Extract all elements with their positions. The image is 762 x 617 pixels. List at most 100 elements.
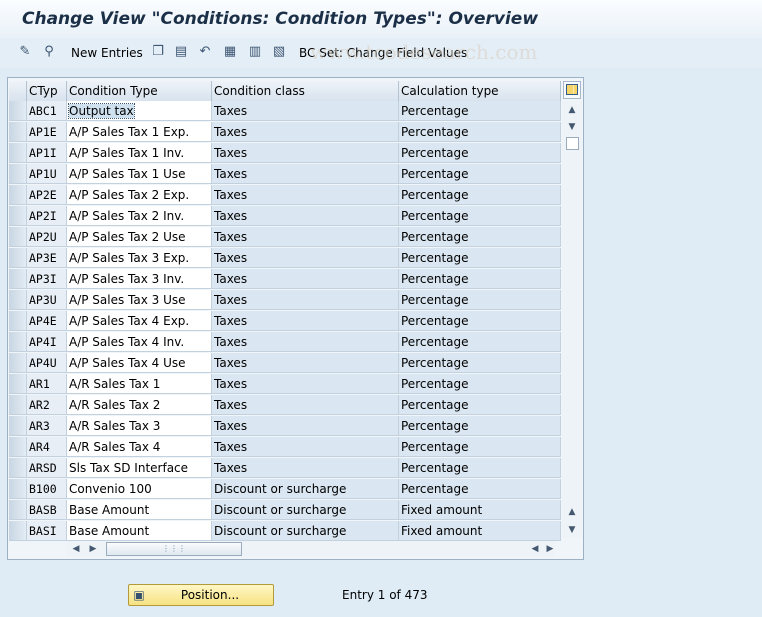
focused-cell-text[interactable]: Output tax [68, 103, 135, 119]
cell-condition-type[interactable]: Sls Tax SD Interface [67, 458, 212, 478]
row-selector[interactable] [9, 521, 27, 541]
scroll-end-right-icon[interactable]: ▶ [544, 542, 556, 556]
row-selector[interactable] [9, 353, 27, 373]
cell-condition-type[interactable]: A/P Sales Tax 3 Inv. [67, 269, 212, 289]
cell-condition-type[interactable]: Output tax [67, 101, 212, 121]
cell-condition-class: Taxes [212, 206, 399, 226]
scroll-up-icon[interactable]: ▲ [565, 103, 579, 117]
scroll-right-icon[interactable]: ▶ [87, 542, 99, 556]
display-change-icon[interactable]: ⚲ [41, 44, 57, 60]
column-header-calculation-type[interactable]: Calculation type [399, 81, 561, 101]
row-selector[interactable] [9, 395, 27, 415]
table-row[interactable]: AP2U A/P Sales Tax 2 Use Taxes Percentage [9, 227, 561, 248]
cell-calculation-type: Percentage [399, 437, 561, 457]
cell-condition-type[interactable]: A/R Sales Tax 2 [67, 395, 212, 415]
scroll-down-icon[interactable]: ▼ [565, 120, 579, 134]
table-row[interactable]: AP3I A/P Sales Tax 3 Inv. Taxes Percentage [9, 269, 561, 290]
row-selector[interactable] [9, 164, 27, 184]
cell-condition-type[interactable]: A/P Sales Tax 1 Use [67, 164, 212, 184]
table-row[interactable]: AP3U A/P Sales Tax 3 Use Taxes Percentage [9, 290, 561, 311]
scroll-end-left-icon[interactable]: ◀ [529, 542, 541, 556]
row-selector[interactable] [9, 269, 27, 289]
scroll-left-icon[interactable]: ◀ [70, 542, 82, 556]
table-row[interactable]: AP2I A/P Sales Tax 2 Inv. Taxes Percentage [9, 206, 561, 227]
table-row[interactable]: B100 Convenio 100 Discount or surcharge Per… [9, 479, 561, 500]
delete-icon[interactable]: ▤ [173, 44, 189, 60]
table-row[interactable]: AP4U A/P Sales Tax 4 Use Taxes Percentage [9, 353, 561, 374]
row-selector[interactable] [9, 374, 27, 394]
cell-condition-type[interactable]: A/P Sales Tax 4 Inv. [67, 332, 212, 352]
column-header-ctyp[interactable]: CTyp [27, 81, 67, 101]
new-entries-button[interactable]: New Entries [71, 46, 143, 60]
table-row[interactable]: AP4I A/P Sales Tax 4 Inv. Taxes Percentage [9, 332, 561, 353]
row-selector[interactable] [9, 248, 27, 268]
cell-condition-type[interactable]: A/P Sales Tax 3 Use [67, 290, 212, 310]
row-selector[interactable] [9, 101, 27, 121]
cell-condition-class: Discount or surcharge [212, 521, 399, 541]
select-all-icon[interactable]: ▦ [222, 44, 238, 60]
table-row[interactable]: AR1 A/R Sales Tax 1 Taxes Percentage [9, 374, 561, 395]
deselect-all-icon[interactable]: ▧ [271, 44, 287, 60]
page-down-icon[interactable]: ▼ [565, 523, 579, 537]
row-selector[interactable] [9, 437, 27, 457]
row-selector[interactable] [9, 500, 27, 520]
cell-ctyp: BASB [27, 500, 67, 520]
table-row[interactable]: AP3E A/P Sales Tax 3 Exp. Taxes Percentage [9, 248, 561, 269]
cell-condition-type[interactable]: A/R Sales Tax 3 [67, 416, 212, 436]
vertical-scrollbar[interactable] [562, 101, 582, 538]
cell-condition-type[interactable]: A/P Sales Tax 2 Exp. [67, 185, 212, 205]
cell-condition-class: Taxes [212, 143, 399, 163]
cell-condition-type[interactable]: Base Amount [67, 500, 212, 520]
cell-condition-class: Taxes [212, 437, 399, 457]
cell-condition-type[interactable]: A/P Sales Tax 2 Inv. [67, 206, 212, 226]
cell-condition-type[interactable]: A/P Sales Tax 1 Exp. [67, 122, 212, 142]
column-header-condition-class[interactable]: Condition class [212, 81, 399, 101]
cell-ctyp: AP3I [27, 269, 67, 289]
cell-condition-type[interactable]: Convenio 100 [67, 479, 212, 499]
cell-ctyp: AP2U [27, 227, 67, 247]
cell-ctyp: AP4E [27, 311, 67, 331]
table-row[interactable]: AP1U A/P Sales Tax 1 Use Taxes Percentage [9, 164, 561, 185]
table-row[interactable]: AP1I A/P Sales Tax 1 Inv. Taxes Percentage [9, 143, 561, 164]
row-selector[interactable] [9, 143, 27, 163]
row-selector[interactable] [9, 458, 27, 478]
table-row[interactable]: BASB Base Amount Discount or surcharge Fixe… [9, 500, 561, 521]
cell-condition-type[interactable]: A/R Sales Tax 1 [67, 374, 212, 394]
table-row[interactable]: AR4 A/R Sales Tax 4 Taxes Percentage [9, 437, 561, 458]
select-all-rows-header[interactable] [9, 81, 27, 101]
row-selector[interactable] [9, 479, 27, 499]
cell-condition-type[interactable]: Base Amount [67, 521, 212, 541]
table-row[interactable]: AP4E A/P Sales Tax 4 Exp. Taxes Percentage [9, 311, 561, 332]
row-selector[interactable] [9, 206, 27, 226]
cell-condition-type[interactable]: A/P Sales Tax 4 Use [67, 353, 212, 373]
table-row[interactable]: BASI Base Amount Discount or surcharge Fixe… [9, 521, 561, 542]
row-selector[interactable] [9, 185, 27, 205]
cell-condition-type[interactable]: A/P Sales Tax 3 Exp. [67, 248, 212, 268]
horizontal-scroll-thumb[interactable]: ⋮⋮⋮ [106, 542, 242, 556]
vertical-scroll-thumb[interactable] [566, 137, 579, 150]
table-row[interactable]: ABC1 Output tax Taxes Percentage [9, 101, 561, 122]
row-selector[interactable] [9, 290, 27, 310]
cell-calculation-type: Percentage [399, 122, 561, 142]
page-up-icon[interactable]: ▲ [565, 505, 579, 519]
cell-condition-type[interactable]: A/P Sales Tax 1 Inv. [67, 143, 212, 163]
cell-condition-type[interactable]: A/P Sales Tax 2 Use [67, 227, 212, 247]
column-header-condition-type[interactable]: Condition Type [67, 81, 212, 101]
select-block-icon[interactable]: ▥ [247, 44, 263, 60]
table-row[interactable]: ARSD Sls Tax SD Interface Taxes Percentage [9, 458, 561, 479]
cell-condition-type[interactable]: A/P Sales Tax 4 Exp. [67, 311, 212, 331]
copy-icon[interactable]: ❐ [150, 44, 166, 60]
edit-icon[interactable]: ✎ [17, 44, 33, 60]
table-row[interactable]: AP2E A/P Sales Tax 2 Exp. Taxes Percentage [9, 185, 561, 206]
table-row[interactable]: AP1E A/P Sales Tax 1 Exp. Taxes Percentage [9, 122, 561, 143]
row-selector[interactable] [9, 227, 27, 247]
table-row[interactable]: AR3 A/R Sales Tax 3 Taxes Percentage [9, 416, 561, 437]
undo-icon[interactable]: ↶ [197, 44, 213, 60]
table-row[interactable]: AR2 A/R Sales Tax 2 Taxes Percentage [9, 395, 561, 416]
row-selector[interactable] [9, 122, 27, 142]
cell-condition-type[interactable]: A/R Sales Tax 4 [67, 437, 212, 457]
row-selector[interactable] [9, 416, 27, 436]
row-selector[interactable] [9, 311, 27, 331]
row-selector[interactable] [9, 332, 27, 352]
cell-calculation-type: Percentage [399, 353, 561, 373]
